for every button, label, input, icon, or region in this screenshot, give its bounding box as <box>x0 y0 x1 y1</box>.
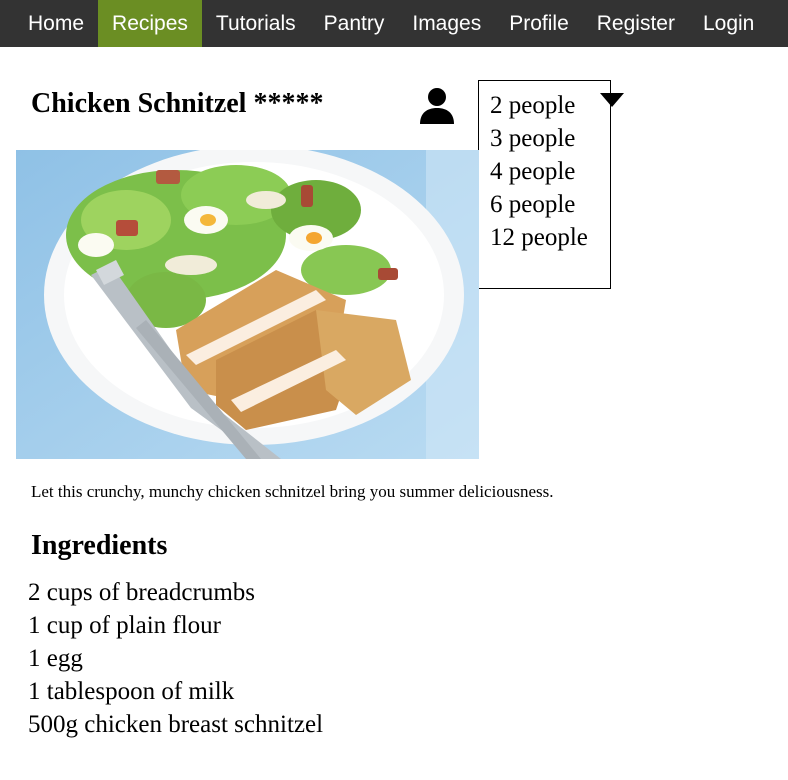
nav-pantry[interactable]: Pantry <box>310 0 399 47</box>
recipe-title: Chicken Schnitzel ***** <box>31 88 324 119</box>
ingredients-heading: Ingredients <box>31 530 168 561</box>
ingredient-item: 2 cups of breadcrumbs <box>28 579 256 606</box>
recipe-description: Let this crunchy, munchy chicken schnitz… <box>31 482 554 501</box>
recipe-photo <box>16 150 479 459</box>
servings-option-6[interactable]: 6 people <box>490 188 610 221</box>
nav-images[interactable]: Images <box>398 0 495 47</box>
ingredient-item: 500g chicken breast schnitzel <box>28 711 324 738</box>
nav-register[interactable]: Register <box>583 0 689 47</box>
nav-tutorials[interactable]: Tutorials <box>202 0 310 47</box>
nav-home[interactable]: Home <box>0 0 98 47</box>
servings-option-2[interactable]: 2 people <box>490 89 610 122</box>
nav-recipes[interactable]: Recipes <box>98 0 202 47</box>
servings-option-3[interactable]: 3 people <box>490 122 610 155</box>
servings-select[interactable]: 2 people 3 people 4 people 6 people 12 p… <box>478 80 611 289</box>
nav-profile[interactable]: Profile <box>495 0 583 47</box>
ingredient-item: 1 egg <box>28 645 83 672</box>
ingredients-list: 2 cups of breadcrumbs 1 cup of plain flo… <box>28 576 323 741</box>
nav-login[interactable]: Login <box>689 0 768 47</box>
ingredient-item: 1 tablespoon of milk <box>28 678 235 705</box>
servings-option-12[interactable]: 12 people <box>490 221 610 254</box>
dropdown-arrow-icon[interactable] <box>600 93 624 107</box>
servings-option-4[interactable]: 4 people <box>490 155 610 188</box>
person-icon <box>420 88 454 124</box>
top-navbar: Home Recipes Tutorials Pantry Images Pro… <box>0 0 788 47</box>
ingredient-item: 1 cup of plain flour <box>28 612 222 639</box>
